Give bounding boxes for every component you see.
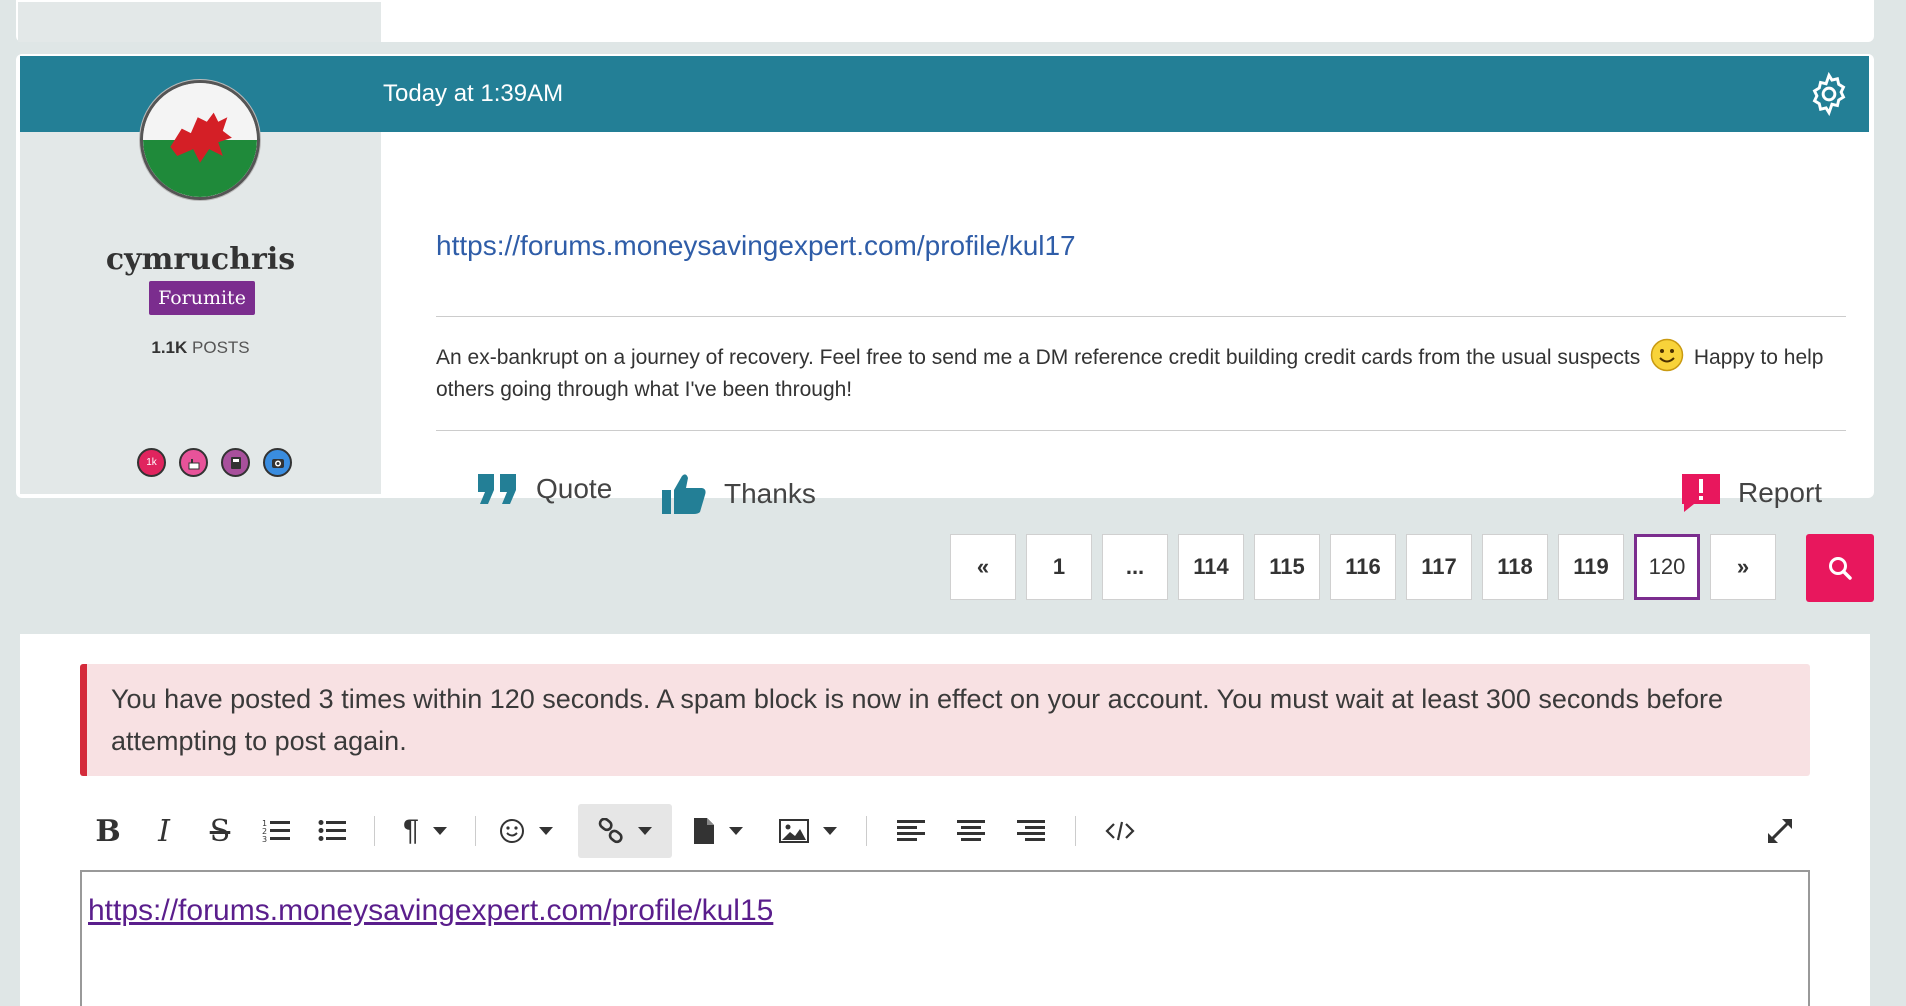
author-rank-badge: Forumite: [149, 281, 255, 315]
report-button[interactable]: Report: [1680, 472, 1822, 514]
emoji-icon: [500, 819, 524, 843]
author-bio: An ex-bankrupt on a journey of recovery.…: [436, 338, 1846, 406]
report-flag-icon: [1682, 474, 1720, 512]
align-right-icon[interactable]: [1001, 804, 1061, 858]
italic-icon[interactable]: I: [136, 804, 192, 858]
cake-badge-icon[interactable]: [179, 448, 208, 477]
strikethrough-icon[interactable]: S: [192, 804, 248, 858]
code-view-icon[interactable]: [1090, 804, 1150, 858]
smiley-icon: [1650, 338, 1684, 372]
author-username[interactable]: cymruchris: [20, 242, 381, 277]
pagination-ellipsis[interactable]: ...: [1102, 534, 1168, 600]
toolbar-separator: [1075, 816, 1076, 846]
pagination-page[interactable]: 115: [1254, 534, 1320, 600]
signature-link[interactable]: https://forums.moneysavingexpert.com/pro…: [436, 230, 1076, 262]
quote-label: Quote: [536, 473, 613, 504]
reply-panel: You have posted 3 times within 120 secon…: [20, 634, 1870, 1006]
chevron-down-icon: [823, 827, 837, 835]
divider: [436, 316, 1846, 317]
search-icon: [1829, 557, 1852, 580]
chevron-down-icon: [638, 827, 652, 835]
thanks-label: Thanks: [724, 478, 816, 509]
link-dropdown[interactable]: [578, 804, 672, 858]
thanks-button[interactable]: Thanks: [660, 472, 816, 516]
paragraph-format-dropdown[interactable]: ¶: [389, 804, 461, 858]
author-post-count: 1.1K POSTS: [20, 338, 381, 358]
chevron-down-icon: [433, 827, 448, 835]
spam-block-alert: You have posted 3 times within 120 secon…: [80, 664, 1810, 776]
pagination-page[interactable]: 116: [1330, 534, 1396, 600]
align-center-icon[interactable]: [941, 804, 1001, 858]
link-icon: [598, 818, 623, 844]
quote-button[interactable]: Quote: [476, 472, 612, 506]
post-count-label: POSTS: [192, 338, 250, 357]
editor-content-link[interactable]: https://forums.moneysavingexpert.com/pro…: [88, 894, 773, 928]
pagination: « 1 ... 114 115 116 117 118 119 120 »: [950, 534, 1776, 600]
editor-toolbar: B I S 123 ¶: [80, 804, 1810, 858]
post-header: Today at 1:39AM: [20, 56, 1869, 132]
chevron-down-icon: [539, 827, 553, 835]
thumbs-up-icon: [662, 474, 706, 514]
camera-badge-icon[interactable]: [263, 448, 292, 477]
bullet-list-icon[interactable]: [304, 804, 360, 858]
bio-text-1: An ex-bankrupt on a journey of recovery.…: [436, 346, 1641, 369]
emoji-dropdown[interactable]: [490, 804, 562, 858]
pagination-current-page[interactable]: 120: [1634, 534, 1700, 600]
author-badges: 1k: [137, 448, 292, 477]
image-icon: [779, 819, 809, 843]
pagination-page[interactable]: 117: [1406, 534, 1472, 600]
file-icon: [694, 818, 714, 844]
previous-post: [16, 0, 1874, 42]
post-count-value: 1.1K: [151, 338, 188, 357]
image-dropdown[interactable]: [764, 804, 852, 858]
bold-icon[interactable]: B: [80, 804, 136, 858]
avatar[interactable]: [140, 80, 260, 200]
previous-post-author-panel: [18, 2, 381, 42]
report-label: Report: [1738, 477, 1823, 508]
gear-icon[interactable]: [1807, 71, 1851, 117]
svg-text:3: 3: [262, 835, 267, 844]
quote-icon: [478, 474, 516, 504]
1k-posts-badge-icon[interactable]: 1k: [137, 448, 166, 477]
search-button[interactable]: [1806, 534, 1874, 602]
toolbar-separator: [374, 816, 375, 846]
pagination-page[interactable]: 1: [1026, 534, 1092, 600]
toolbar-separator: [866, 816, 867, 846]
ordered-list-icon[interactable]: 123: [248, 804, 304, 858]
pagination-page[interactable]: 118: [1482, 534, 1548, 600]
fullscreen-icon[interactable]: [1750, 804, 1810, 858]
pagination-page[interactable]: 114: [1178, 534, 1244, 600]
chevron-down-icon: [729, 827, 743, 835]
post-timestamp[interactable]: Today at 1:39AM: [383, 80, 563, 108]
pagination-next[interactable]: »: [1710, 534, 1776, 600]
reply-editor[interactable]: https://forums.moneysavingexpert.com/pro…: [80, 870, 1810, 1006]
divider: [436, 430, 1846, 431]
book-badge-icon[interactable]: [221, 448, 250, 477]
pagination-page[interactable]: 119: [1558, 534, 1624, 600]
post-card: Today at 1:39AM cymruchris Forumite 1.1K…: [16, 54, 1874, 514]
toolbar-separator: [475, 816, 476, 846]
paragraph-icon: ¶: [402, 814, 420, 847]
align-left-icon[interactable]: [881, 804, 941, 858]
pagination-prev[interactable]: «: [950, 534, 1016, 600]
file-dropdown[interactable]: [680, 804, 756, 858]
